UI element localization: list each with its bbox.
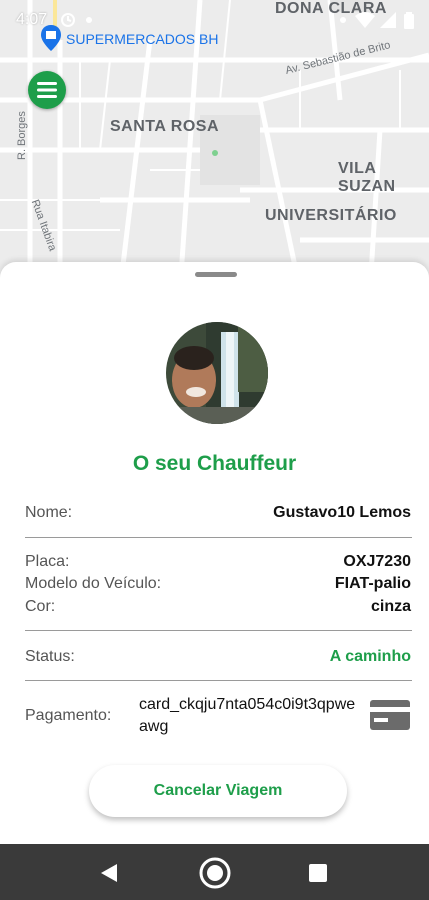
dot-icon bbox=[86, 17, 92, 23]
status-bar: 4:07 bbox=[0, 0, 429, 44]
driver-name-label: Nome: bbox=[25, 504, 73, 521]
status-time: 4:07 bbox=[16, 11, 48, 28]
system-nav-bar bbox=[0, 844, 429, 900]
vehicle-model-value: FIAT-palio bbox=[334, 575, 411, 592]
credit-card-icon[interactable] bbox=[369, 698, 411, 732]
divider bbox=[25, 537, 412, 538]
driver-photo bbox=[166, 322, 268, 424]
map-label-santa-rosa: SANTA ROSA bbox=[110, 118, 219, 135]
payment-value: card_ckqju7nta054c0i9t3qpweawg bbox=[139, 696, 356, 735]
divider bbox=[25, 680, 412, 681]
map-label-vila-suzana: VILA SUZAN bbox=[338, 160, 396, 195]
plate-value: OXJ7230 bbox=[343, 553, 411, 570]
battery-icon bbox=[404, 12, 414, 29]
driver-avatar bbox=[166, 322, 268, 424]
divider bbox=[25, 630, 412, 631]
notification-dot-icon bbox=[340, 17, 346, 23]
status-label: Status: bbox=[25, 648, 75, 665]
sheet-drag-handle[interactable] bbox=[195, 272, 237, 277]
driver-name-value: Gustavo10 Lemos bbox=[273, 504, 411, 521]
home-circle-icon[interactable] bbox=[198, 856, 232, 890]
status-value: A caminho bbox=[329, 648, 411, 665]
map-label-universitario: UNIVERSITÁRIO bbox=[265, 207, 397, 224]
cancel-trip-button[interactable]: Cancelar Viagem bbox=[89, 765, 347, 817]
recents-square-icon[interactable] bbox=[309, 864, 327, 882]
back-triangle-icon[interactable] bbox=[99, 863, 119, 883]
vehicle-color-label: Cor: bbox=[25, 598, 56, 615]
payment-label: Pagamento: bbox=[25, 707, 112, 724]
hamburger-icon bbox=[37, 82, 57, 98]
plate-label: Placa: bbox=[25, 553, 70, 570]
street-label-borges: R. Borges bbox=[16, 111, 28, 160]
vehicle-model-label: Modelo do Veículo: bbox=[25, 575, 162, 592]
vehicle-color-value: cinza bbox=[370, 598, 411, 615]
sync-icon bbox=[61, 13, 75, 27]
menu-button[interactable] bbox=[28, 71, 66, 109]
signal-icon bbox=[380, 12, 396, 28]
wifi-icon bbox=[355, 12, 375, 28]
sheet-title: O seu Chauffeur bbox=[132, 452, 297, 475]
driver-info-sheet: O seu Chauffeur Nome: Gustavo10 Lemos Pl… bbox=[0, 262, 429, 844]
